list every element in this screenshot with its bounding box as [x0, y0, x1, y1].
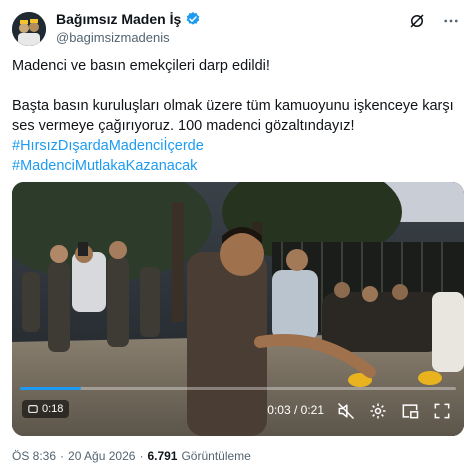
mute-icon[interactable] [336, 401, 356, 421]
tweet-meta: ÖS 8:36 · 20 Ağu 2026 · 6.791 Görüntülem… [12, 449, 251, 463]
meta-separator: · [60, 449, 65, 463]
meta-separator: · [139, 449, 144, 463]
video-controls: 0:18 0:03 / 0:21 [12, 400, 464, 424]
video-time: 0:03 / 0:21 [267, 403, 324, 417]
verified-badge-icon [186, 12, 200, 25]
video-progress-fill [20, 387, 82, 390]
more-icon[interactable] [442, 12, 460, 30]
grok-icon[interactable] [408, 12, 426, 30]
duration-badge-text: 0:18 [42, 403, 64, 415]
settings-icon[interactable] [368, 401, 388, 421]
tweet-time[interactable]: ÖS 8:36 [12, 449, 56, 463]
video-frame [12, 182, 464, 436]
hashtag-link[interactable]: #HırsızDışardaMadenciİçerde [12, 136, 462, 156]
video-progress-bar[interactable] [20, 387, 456, 390]
view-label: Görüntüleme [181, 449, 251, 463]
author-handle[interactable]: @bagimsizmadenis [56, 29, 201, 47]
video-player[interactable]: 0:18 0:03 / 0:21 [12, 182, 464, 436]
tweet-text: Madenci ve basın emekçileri darp edildi!… [12, 56, 462, 176]
avatar[interactable] [12, 12, 46, 46]
tweet-header: Bağımsız Maden İş @bagimsizmadenis [12, 10, 460, 48]
tweet-date[interactable]: 20 Ağu 2026 [68, 449, 135, 463]
view-count: 6.791 [147, 449, 178, 463]
author-name[interactable]: Bağımsız Maden İş [56, 10, 181, 28]
duration-badge: 0:18 [22, 400, 70, 418]
fullscreen-icon[interactable] [432, 401, 452, 421]
author-name-row[interactable]: Bağımsız Maden İş [56, 10, 201, 28]
video-icon [28, 405, 38, 413]
pip-icon[interactable] [400, 401, 420, 421]
tweet-line-1: Madenci ve basın emekçileri darp edildi! [12, 58, 270, 74]
tweet-line-2: Başta basın kuruluşları olmak üzere tüm … [12, 98, 454, 134]
hashtag-link[interactable]: #MadenciMutlakaKazanacak [12, 156, 462, 176]
